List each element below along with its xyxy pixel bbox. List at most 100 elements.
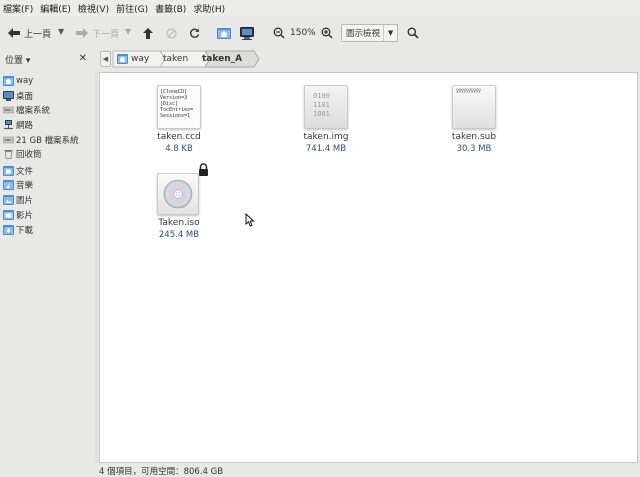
folder-icon — [3, 166, 14, 176]
reload-button[interactable] — [185, 24, 203, 42]
up-button[interactable] — [139, 24, 157, 42]
file-name: taken.ccd — [157, 132, 201, 142]
sidebar-item-way[interactable]: way — [3, 74, 33, 88]
reload-icon — [189, 28, 199, 38]
sidebar-item-trash[interactable]: 回收筒 — [3, 147, 42, 161]
menu-bookmarks[interactable]: 書籤(B) — [155, 2, 186, 15]
status-text: 4 個項目，可用空間：806.4 GB — [99, 466, 224, 477]
sidebar-item-documents[interactable]: 文件 — [3, 164, 33, 178]
crumb-taken-a[interactable]: taken_A — [202, 51, 242, 67]
file-size: 4.8 KB — [165, 144, 193, 154]
sidebar-item-music[interactable]: 音樂 — [3, 178, 33, 192]
trash-icon — [4, 150, 13, 159]
file-size: 741.4 MB — [305, 144, 347, 154]
mouse-cursor-icon — [245, 213, 255, 227]
sidebar-item-desktop[interactable]: 桌面 — [3, 89, 33, 103]
sidebar-item-pictures[interactable]: 圖片 — [3, 193, 33, 207]
network-icon — [4, 120, 13, 130]
sidebar-item-label: 圖片 — [16, 196, 34, 206]
sidebar: way 桌面 檔案系統 網路 21 GB 檔案系統 回收筒 文件 音樂 圖片 影… — [0, 71, 95, 463]
folder-icon — [3, 225, 14, 235]
sidebar-item-label: 桌面 — [16, 92, 34, 102]
file-item-taken-sub[interactable]: ÿÿÿÿÿÿÿÿÿÿ taken.sub 30.3 MB — [429, 85, 519, 155]
back-history-chevron-icon[interactable]: ▼ — [58, 27, 64, 36]
chevron-down-icon: ▼ — [383, 25, 397, 41]
text-file-thumbnail-icon: [CloneCD] Version=3 [Disc] TocEntries= S… — [157, 85, 201, 129]
home-folder-icon — [217, 28, 231, 39]
file-size: 30.3 MB — [456, 144, 492, 154]
search-button[interactable] — [404, 24, 422, 42]
file-name: taken.sub — [451, 132, 497, 142]
file-item-taken-img[interactable]: 0100 1101 1001 taken.img 741.4 MB — [281, 85, 371, 155]
menu-help[interactable]: 求助(H) — [193, 2, 225, 15]
zoom-out-icon — [273, 27, 285, 39]
chevron-left-icon: ◀ — [102, 55, 109, 63]
arrow-left-icon — [8, 28, 20, 38]
cd-icon — [163, 179, 193, 209]
crumb-label: taken_A — [202, 54, 243, 64]
sidebar-item-label: 網路 — [16, 121, 34, 131]
folder-icon — [3, 210, 14, 220]
sidebar-title[interactable]: 位置 ▾ — [5, 53, 30, 66]
toolbar: 上一頁 ▼ 下一頁 ▼ 150% 圖示檢視 ▼ — [0, 17, 640, 48]
file-size: 245.4 MB — [158, 230, 200, 240]
sidebar-item-label: 檔案系統 — [16, 106, 51, 116]
view-mode-value: 圖示檢視 — [346, 29, 381, 39]
forward-button-label: 下一頁 — [92, 29, 120, 40]
back-button[interactable]: 上一頁 — [8, 24, 51, 42]
sidebar-item-21gb-filesystem[interactable]: 21 GB 檔案系統 — [3, 133, 79, 147]
sidebar-item-label: 21 GB 檔案系統 — [16, 136, 79, 146]
file-item-taken-ccd[interactable]: [CloneCD] Version=3 [Disc] TocEntries= S… — [134, 85, 224, 155]
stop-icon — [165, 27, 177, 39]
forward-button[interactable]: 下一頁 — [76, 24, 119, 42]
lock-icon — [199, 163, 208, 176]
computer-icon — [240, 26, 254, 40]
menu-go[interactable]: 前往(G) — [116, 2, 148, 15]
search-icon — [407, 27, 419, 39]
path-scroll-left-button[interactable]: ◀ — [100, 51, 111, 67]
menu-view[interactable]: 檢視(V) — [78, 2, 109, 15]
sidebar-item-network[interactable]: 網路 — [3, 118, 33, 132]
crumb-taken[interactable]: taken — [163, 51, 188, 67]
arrow-right-icon — [76, 28, 88, 38]
zoom-in-button[interactable] — [318, 24, 336, 42]
back-button-label: 上一頁 — [24, 29, 52, 40]
thumbnail-text: ÿÿÿÿÿÿÿÿÿÿ — [456, 88, 481, 94]
sidebar-item-downloads[interactable]: 下載 — [3, 223, 33, 237]
sidebar-header: 位置 ▾ ✕ — [0, 50, 95, 68]
menubar: 檔案(F) 編輯(E) 檢視(V) 前往(G) 書籤(B) 求助(H) — [0, 0, 640, 17]
drive-icon — [3, 106, 14, 114]
close-icon[interactable]: ✕ — [79, 53, 87, 64]
sidebar-item-label: 回收筒 — [16, 150, 42, 160]
file-view[interactable]: [CloneCD] Version=3 [Disc] TocEntries= S… — [99, 72, 638, 463]
sidebar-item-label: 影片 — [16, 211, 34, 221]
sidebar-item-label: way — [16, 76, 34, 86]
folder-icon — [3, 180, 14, 190]
drive-icon — [3, 136, 14, 144]
view-mode-select[interactable]: 圖示檢視 ▼ — [341, 24, 398, 42]
sidebar-item-filesystem[interactable]: 檔案系統 — [3, 103, 50, 117]
menu-edit[interactable]: 編輯(E) — [40, 2, 71, 15]
zoom-level: 150% — [290, 28, 316, 38]
text-file-thumbnail-icon: ÿÿÿÿÿÿÿÿÿÿ — [452, 85, 496, 129]
sidebar-item-videos[interactable]: 影片 — [3, 208, 33, 222]
forward-history-chevron-icon[interactable]: ▼ — [125, 27, 131, 36]
menu-file[interactable]: 檔案(F) — [3, 2, 33, 15]
sidebar-title-text: 位置 — [5, 55, 24, 66]
sidebar-item-label: 音樂 — [16, 181, 34, 191]
file-item-taken-iso[interactable]: Taken.iso 245.4 MB — [134, 163, 224, 241]
stop-button[interactable] — [162, 24, 180, 42]
home-button[interactable] — [215, 24, 233, 42]
arrow-up-icon — [143, 27, 153, 39]
disc-image-icon — [157, 173, 199, 215]
zoom-out-button[interactable] — [270, 24, 288, 42]
sidebar-item-label: 文件 — [16, 167, 34, 177]
crumb-way[interactable]: way — [117, 51, 149, 67]
file-name: Taken.iso — [158, 218, 200, 228]
sidebar-item-label: 下載 — [16, 226, 34, 236]
crumb-label: taken — [163, 54, 189, 64]
sidebar-splitter[interactable] — [95, 71, 98, 463]
desktop-icon — [3, 91, 14, 101]
binary-file-icon: 0100 1101 1001 — [304, 85, 348, 129]
computer-button[interactable] — [238, 24, 256, 42]
